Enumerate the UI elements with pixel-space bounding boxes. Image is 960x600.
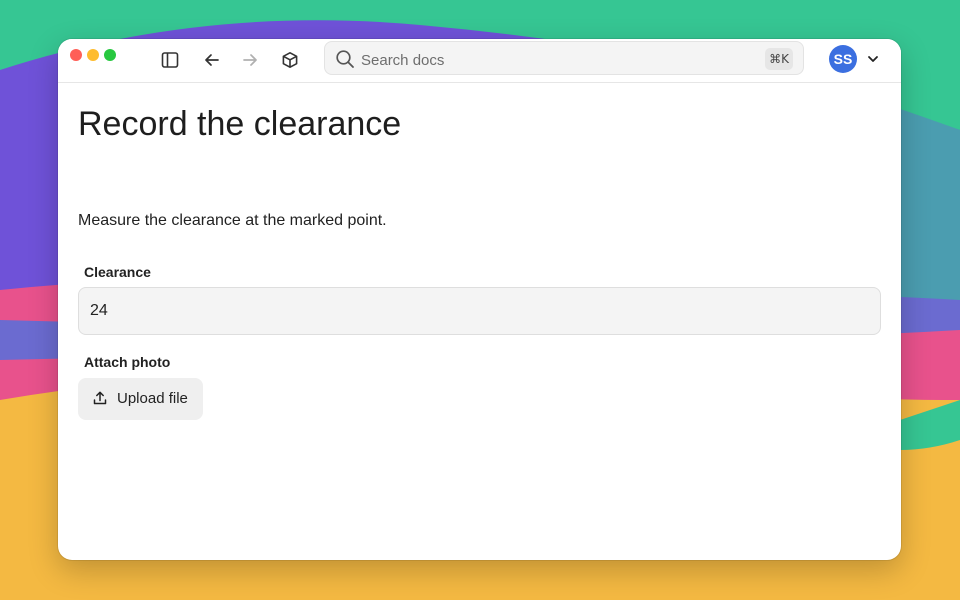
minimize-window-button[interactable] [87, 49, 99, 61]
search-bar[interactable]: ⌘K [324, 41, 804, 75]
search-icon [335, 49, 355, 69]
clearance-label: Clearance [84, 264, 151, 280]
title-bar: ⌘K SS [58, 39, 901, 83]
forward-arrow-icon [243, 54, 257, 66]
user-avatar[interactable]: SS [829, 45, 857, 73]
page-title: Record the clearance [78, 105, 402, 143]
box-button[interactable] [277, 47, 303, 73]
back-button[interactable] [199, 47, 225, 73]
maximize-window-button[interactable] [104, 49, 116, 61]
sidebar-toggle-button[interactable] [157, 47, 183, 73]
attach-photo-label: Attach photo [84, 354, 171, 370]
chevron-down-icon[interactable] [864, 50, 882, 68]
page-description: Measure the clearance at the marked poin… [78, 212, 387, 229]
back-arrow-icon [205, 54, 219, 66]
box-icon [282, 52, 298, 68]
upload-file-label: Upload file [117, 390, 188, 407]
clearance-input[interactable] [78, 287, 881, 335]
search-input[interactable] [359, 48, 763, 72]
search-shortcut-badge: ⌘K [765, 48, 793, 70]
forward-button[interactable] [237, 47, 263, 73]
upload-icon [93, 391, 107, 405]
close-window-button[interactable] [70, 49, 82, 61]
upload-file-button[interactable]: Upload file [78, 378, 203, 420]
app-window: ⌘K SS Record the clearance Measure the c… [58, 39, 901, 560]
sidebar-toggle-icon [161, 52, 179, 68]
